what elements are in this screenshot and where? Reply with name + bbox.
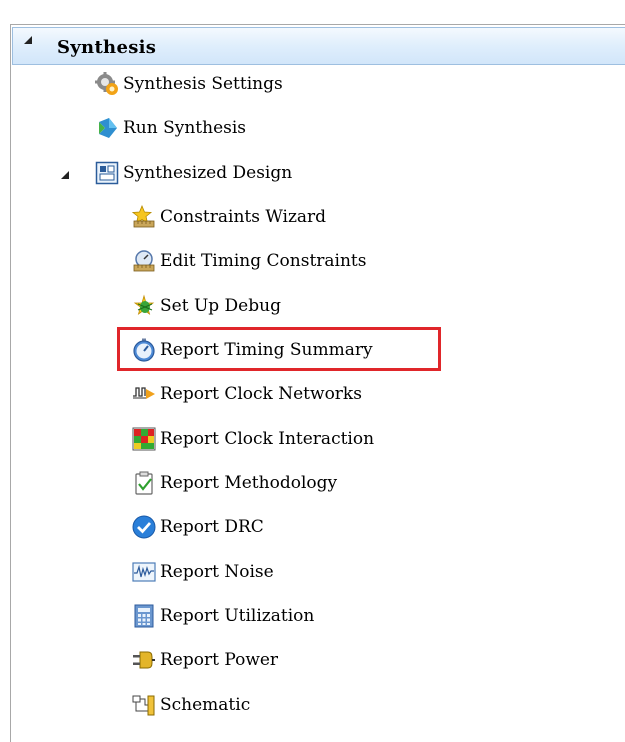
tree-item-label: Report Clock Networks [160,384,362,404]
expanded-triangle-icon[interactable] [59,169,71,181]
timing-constraints-icon [132,249,156,273]
tree-item-label: Synthesized Design [123,163,293,183]
tree-item-label: Report DRC [160,517,264,537]
power-icon [132,648,156,672]
tree-item-label: Constraints Wizard [160,207,327,227]
tree-item-report-clock-networks[interactable]: Report Clock Networks [132,377,362,411]
tree-item-report-power[interactable]: Report Power [132,643,278,677]
schematic-icon [132,693,156,717]
synthesis-label: Synthesis [57,37,157,58]
tree-item-label: Report Noise [160,562,274,582]
noise-icon [132,560,156,584]
tree-item-label: Report Clock Interaction [160,429,375,449]
tree-item-set-up-debug[interactable]: Set Up Debug [132,289,281,323]
tree-item-label: Run Synthesis [123,118,247,138]
tree-item-synthesized-design[interactable]: Synthesized Design [95,156,292,190]
clock-interaction-icon [132,427,156,451]
tree-item-report-utilization[interactable]: Report Utilization [132,599,314,633]
tree-item-label: Report Power [160,650,279,670]
tree-item-label: Report Utilization [160,606,315,626]
tree-item-report-noise[interactable]: Report Noise [132,555,274,589]
gear-icon [95,72,119,96]
tree-item-report-clock-interaction[interactable]: Report Clock Interaction [132,422,374,456]
run-icon [95,116,119,140]
clock-network-icon [132,382,156,406]
tree-item-label: Set Up Debug [160,296,281,316]
tree-item-report-methodology[interactable]: Report Methodology [132,466,337,500]
tree-item-run-synthesis[interactable]: Run Synthesis [95,111,246,145]
tree-item-label: Report Methodology [160,473,338,493]
tree-item-label: Edit Timing Constraints [160,251,367,271]
flow-navigator-panel: Synthesis Synthesis Settings Run Synthes… [10,24,625,742]
wizard-icon [132,205,156,229]
debug-icon [132,294,156,318]
tree-item-constraints-wizard[interactable]: Constraints Wizard [132,200,326,234]
expanded-triangle-icon[interactable] [21,33,35,47]
tree-item-report-drc[interactable]: Report DRC [132,510,264,544]
tree-item-synthesis-settings[interactable]: Synthesis Settings [95,67,283,101]
utilization-icon [132,604,156,628]
tree-item-schematic[interactable]: Schematic [132,688,250,722]
tree-node-synthesis[interactable]: Synthesis [12,27,625,65]
drc-check-icon [132,515,156,539]
tree-item-edit-timing-constraints[interactable]: Edit Timing Constraints [132,244,366,278]
methodology-icon [132,471,156,495]
design-icon [95,161,119,185]
highlight-box [117,327,441,371]
tree-item-label: Schematic [160,695,251,715]
tree-item-label: Synthesis Settings [123,74,283,94]
